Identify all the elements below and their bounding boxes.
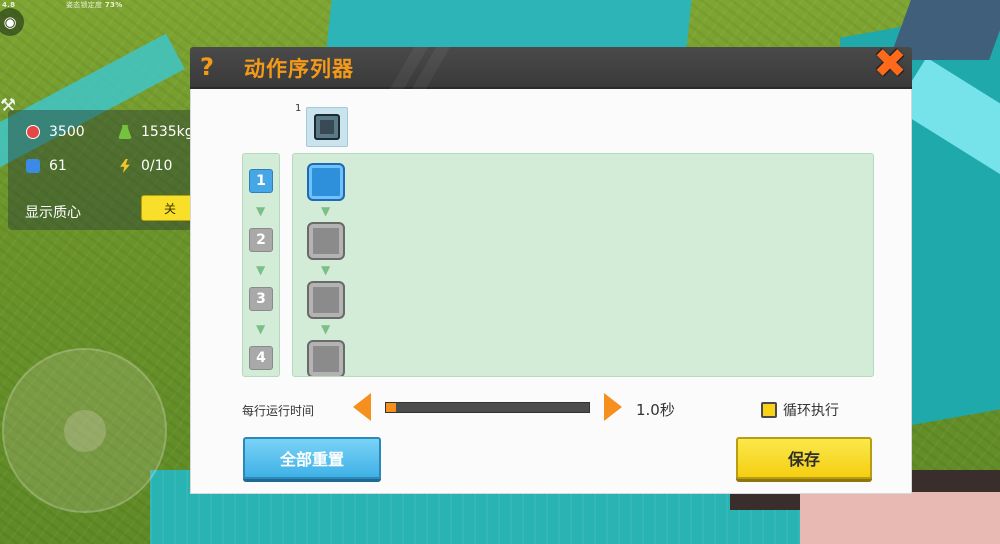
lock-status-percent: 73%: [104, 1, 123, 9]
loop-label[interactable]: 循环执行: [783, 400, 839, 420]
row-time-value: 1.0秒: [636, 401, 675, 419]
power-value: 0/10: [141, 158, 173, 174]
blocks-stat: 61: [26, 158, 67, 174]
teal-block: [326, 0, 694, 50]
power-stat: 0/10: [118, 158, 172, 174]
dialog-header: ? 动作序列器: [190, 47, 912, 89]
action-sequencer-dialog: ? 动作序列器 ✖ 1 1 ▼ 2 ▼ 3 ▼ 4 ▼ ▼ ▼ 每行运行时间 1…: [190, 41, 912, 494]
row-time-slider[interactable]: [385, 402, 590, 413]
arrow-down-icon: ▼: [256, 204, 266, 218]
power-icon: [120, 159, 130, 173]
block-count-icon: [26, 159, 40, 173]
arrow-down-icon: ▼: [321, 263, 331, 277]
health-icon: [26, 125, 40, 139]
blocks-value: 61: [49, 158, 67, 174]
vehicle-stats-panel: 3500 1535kg 61 0/10 显示质心 关: [8, 110, 199, 230]
action-toggle-row-1[interactable]: [307, 163, 345, 201]
loop-checkbox[interactable]: [761, 402, 777, 418]
arrow-down-icon: ▼: [321, 204, 331, 218]
increase-time-button[interactable]: [604, 393, 622, 421]
sequencer-block-icon: [314, 114, 340, 140]
decrease-time-button[interactable]: [353, 393, 371, 421]
sequence-area: ▼ ▼ ▼: [292, 153, 874, 377]
arrow-down-icon: ▼: [256, 263, 266, 277]
row-time-slider-fill: [386, 403, 397, 412]
help-icon[interactable]: ?: [200, 53, 222, 83]
eye-icon: ◉: [3, 13, 17, 31]
status-line: 4.8 姿态锁定度 73%: [2, 0, 123, 10]
row-number-2[interactable]: 2: [249, 228, 273, 252]
row-number-3[interactable]: 3: [249, 287, 273, 311]
lock-status-text: 姿态锁定度: [65, 1, 103, 9]
mass-stat: 1535kg: [118, 124, 194, 140]
row-number-4[interactable]: 4: [249, 346, 273, 370]
reset-all-button[interactable]: 全部重置: [243, 437, 381, 479]
action-toggle-row-3[interactable]: [307, 281, 345, 319]
save-button[interactable]: 保存: [736, 437, 872, 479]
row-number-column: 1 ▼ 2 ▼ 3 ▼ 4: [242, 153, 280, 377]
mass-value: 1535kg: [141, 124, 194, 140]
health-stat: 3500: [26, 124, 85, 140]
close-icon: ✖: [873, 41, 907, 87]
dialog-body: 1 1 ▼ 2 ▼ 3 ▼ 4 ▼ ▼ ▼ 每行运行时间 1.0秒 循环执行 全…: [190, 89, 912, 494]
action-toggle-row-2[interactable]: [307, 222, 345, 260]
center-of-mass-label: 显示质心: [25, 205, 81, 221]
action-toggle-row-4[interactable]: [307, 340, 345, 376]
row-number-1[interactable]: 1: [249, 169, 273, 193]
character-hand: [800, 492, 1000, 544]
close-button[interactable]: ✖: [867, 41, 913, 87]
arrow-down-icon: ▼: [321, 322, 331, 336]
arrow-down-icon: ▼: [256, 322, 266, 336]
mass-icon: [118, 125, 132, 139]
dialog-title: 动作序列器: [244, 57, 354, 81]
sequencer-block-slot[interactable]: [306, 107, 348, 147]
slot-number: 1: [295, 103, 302, 114]
health-value: 3500: [49, 124, 85, 140]
row-time-label: 每行运行时间: [242, 404, 315, 418]
joystick-knob[interactable]: [64, 410, 106, 452]
